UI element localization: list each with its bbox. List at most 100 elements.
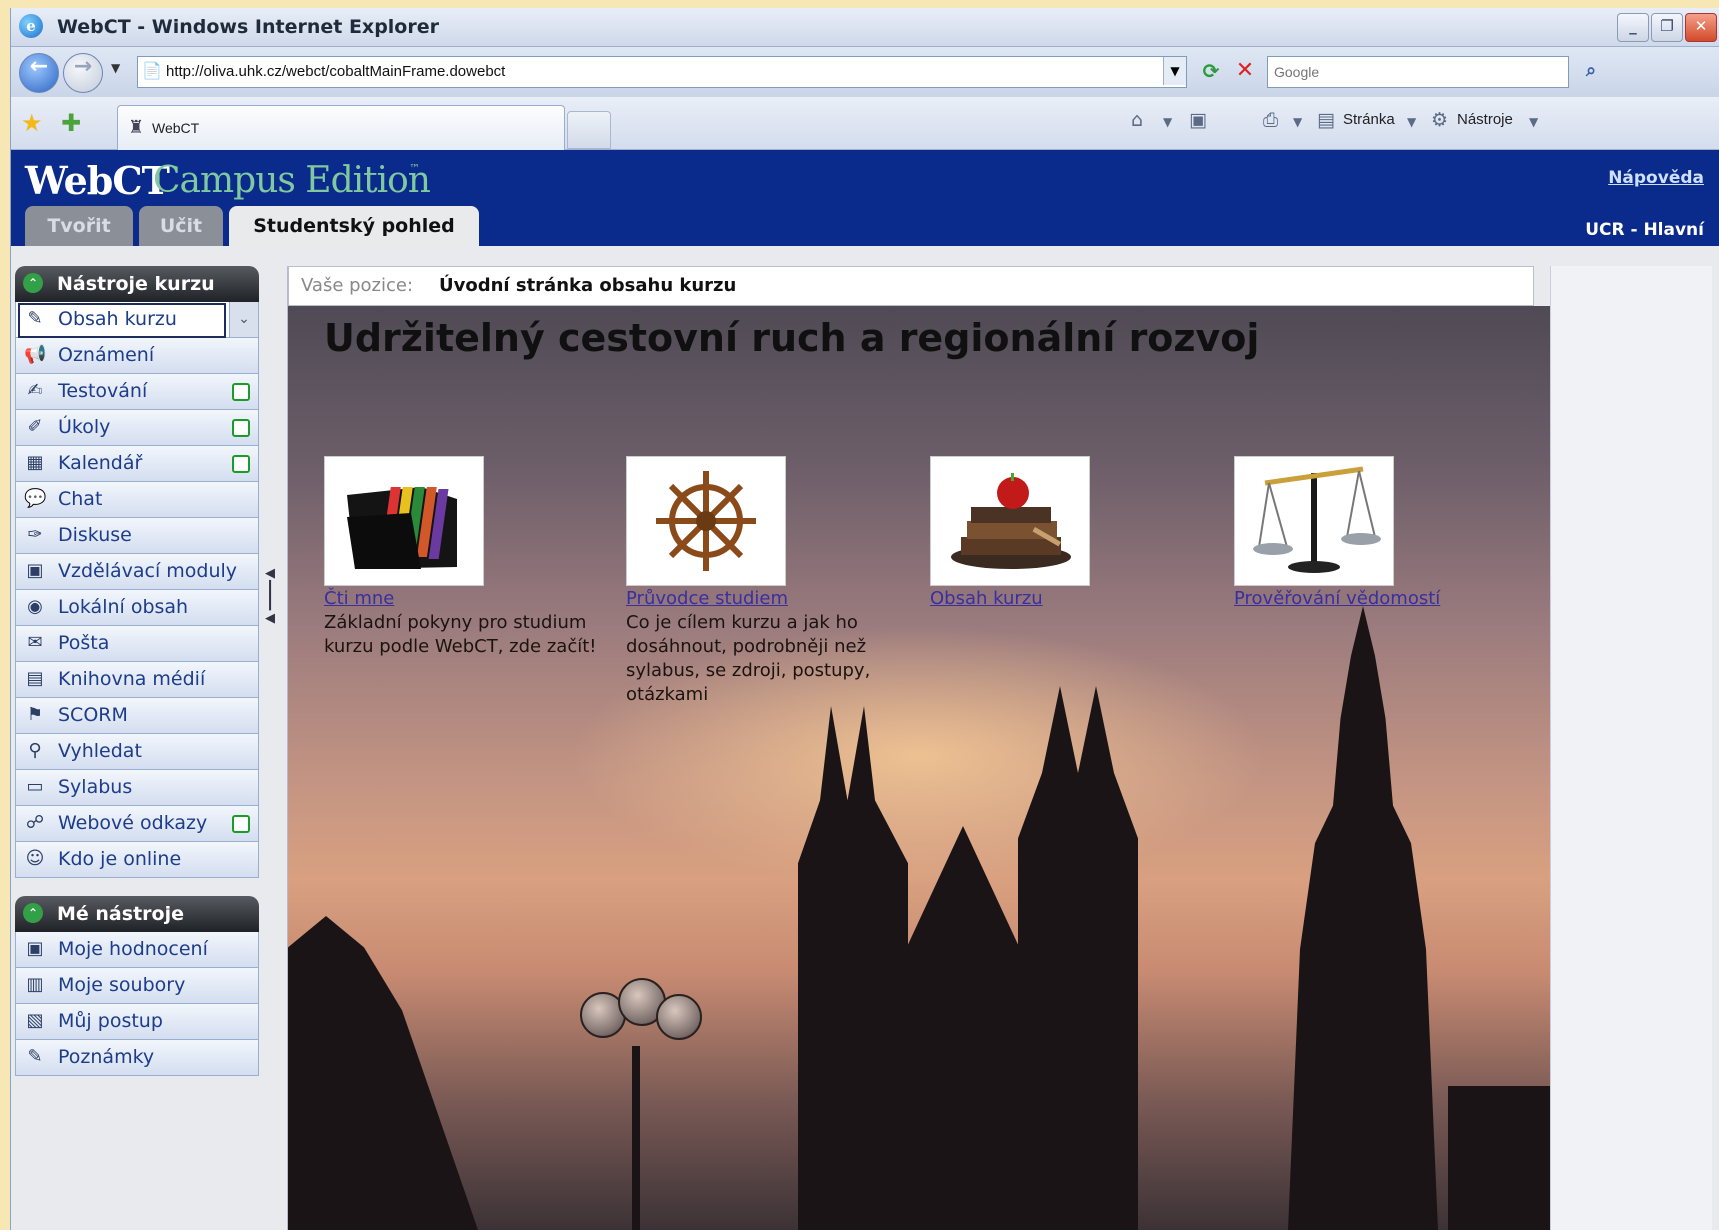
maximize-button[interactable]: ❐	[1651, 13, 1683, 42]
syllabus-icon: ▭	[26, 776, 44, 797]
sidebar-item-label: Vyhledat	[58, 740, 142, 762]
web-links-icon: ☍	[25, 812, 45, 833]
address-bar[interactable]: 📄 http://oliva.uhk.cz/webct/cobaltMainFr…	[137, 56, 1187, 88]
sidebar-item-syllabus[interactable]: ▭ Sylabus	[15, 770, 259, 806]
card-link[interactable]: Prověřování vědomostí	[1234, 588, 1524, 609]
sidebar-item-calendar[interactable]: ▦ Kalendář	[15, 446, 259, 482]
sidebar-item-label: Pošta	[58, 632, 110, 654]
collapse-icon[interactable]: ⌃	[23, 903, 43, 923]
stop-icon[interactable]: ✕	[1231, 57, 1259, 85]
sidebar-item-testing[interactable]: ✍ Testování	[15, 374, 259, 410]
content-area: ⌃ Nástroje kurzu ✎ Obsah kurzu ⌄ 📢 Oznám…	[11, 246, 1719, 1230]
sidebar-item-announcements[interactable]: 📢 Oznámení	[15, 338, 259, 374]
sidebar-item-label: Úkoly	[58, 416, 111, 438]
page-title: Udržitelný cestovní ruch a regionální ro…	[324, 316, 1260, 360]
print-icon[interactable]: ⎙	[1263, 109, 1278, 131]
folders-icon[interactable]	[324, 456, 484, 586]
sidebar-item-my-progress[interactable]: ▧ Můj postup	[15, 1004, 259, 1040]
sidebar-item-label: Poznámky	[58, 1046, 155, 1068]
tab-student-view[interactable]: Studentský pohled	[229, 206, 479, 246]
search-input[interactable]	[1272, 58, 1566, 86]
sidebar-item-label: Kalendář	[58, 452, 143, 474]
sidebar-item-scorm[interactable]: ⚑ SCORM	[15, 698, 259, 734]
home-dropdown-icon[interactable]: ▼	[1163, 115, 1172, 129]
add-favorites-icon[interactable]: ✚	[61, 109, 81, 137]
tools-menu-icon[interactable]: ⚙	[1431, 109, 1448, 131]
page-menu-icon[interactable]: ▤	[1317, 109, 1335, 131]
forward-button[interactable]: →	[63, 53, 103, 93]
sidebar-item-my-grades[interactable]: ▣ Moje hodnocení	[15, 932, 259, 968]
my-tools-header[interactable]: ⌃ Mé nástroje	[15, 896, 259, 932]
sidebar-item-web-links[interactable]: ☍ Webové odkazy	[15, 806, 259, 842]
page-menu[interactable]: Stránka	[1343, 111, 1395, 128]
sidebar-item-label: Sylabus	[58, 776, 133, 798]
tab-label: WebCT	[152, 120, 200, 136]
lamp-globe	[656, 994, 702, 1040]
sidebar-item-label: Obsah kurzu	[58, 308, 177, 330]
card-link[interactable]: Průvodce studiem	[626, 588, 916, 609]
search-box[interactable]	[1267, 56, 1569, 88]
church-roof-silhouette	[888, 826, 1038, 1230]
lamp-post	[632, 1046, 640, 1230]
card-link[interactable]: Čti mne	[324, 588, 614, 609]
content-card: Průvodce studiem Co je cílem kurzu a jak…	[626, 456, 916, 707]
browser-window: e WebCT - Windows Internet Explorer _ ❐ …	[10, 8, 1719, 1230]
my-tools-title: Mé nástroje	[57, 903, 184, 925]
sidebar-item-local-content[interactable]: ◉ Lokální obsah	[15, 590, 259, 626]
sidebar-item-label: Testování	[58, 380, 148, 402]
sidebar-item-my-files[interactable]: ▥ Moje soubory	[15, 968, 259, 1004]
back-button[interactable]: ←	[19, 53, 59, 93]
search-icon[interactable]: ⌕	[1577, 57, 1605, 85]
progress-icon: ▧	[26, 1010, 44, 1031]
url-text[interactable]: http://oliva.uhk.cz/webct/cobaltMainFram…	[166, 63, 505, 80]
tools-dropdown-icon[interactable]: ▼	[1529, 115, 1538, 129]
refresh-icon[interactable]: ⟳	[1197, 57, 1225, 85]
minimize-button[interactable]: _	[1617, 13, 1649, 42]
address-dropdown-icon[interactable]: ▼	[1163, 57, 1186, 85]
tab-page-icon: ♜	[128, 117, 145, 138]
page-dropdown-icon[interactable]: ▼	[1407, 115, 1416, 129]
sidebar-item-who-online[interactable]: ☺ Kdo je online	[15, 842, 259, 878]
sidebar-item-mail[interactable]: ✉ Pošta	[15, 626, 259, 662]
sidebar-item-learning-modules[interactable]: ▣ Vzdělávací moduly	[15, 554, 259, 590]
sidebar-item-media-library[interactable]: ▤ Knihovna médií	[15, 662, 259, 698]
help-link[interactable]: Nápověda	[1608, 168, 1704, 188]
sidebar-item-assignments[interactable]: ✐ Úkoly	[15, 410, 259, 446]
chat-icon: 💬	[24, 488, 47, 509]
new-tab-button[interactable]	[567, 111, 611, 149]
favorites-star-icon[interactable]: ★	[21, 109, 43, 137]
title-bar: e WebCT - Windows Internet Explorer _ ❐ …	[11, 8, 1719, 47]
test-icon: ✍	[27, 380, 43, 401]
feeds-icon[interactable]: ▣	[1189, 109, 1207, 131]
sidebar-item-search[interactable]: ⚲ Vyhledat	[15, 734, 259, 770]
chevron-down-icon[interactable]: ⌄	[229, 302, 258, 337]
tab-ucit[interactable]: Učit	[139, 206, 223, 246]
books-apple-icon[interactable]	[930, 456, 1090, 586]
home-icon[interactable]: ⌂	[1131, 109, 1143, 131]
collapse-icon[interactable]: ⌃	[23, 273, 43, 293]
close-button[interactable]: ✕	[1685, 13, 1717, 42]
content-card: Prověřování vědomostí	[1234, 456, 1524, 611]
breadcrumb-label: Vaše pozice:	[301, 275, 414, 296]
building-silhouette	[1448, 1086, 1550, 1230]
sidebar-item-course-content[interactable]: ✎ Obsah kurzu ⌄	[15, 302, 259, 338]
sidebar-item-label: SCORM	[58, 704, 128, 726]
sidebar-item-chat[interactable]: 💬 Chat	[15, 482, 259, 518]
scrollbar[interactable]	[1550, 266, 1712, 1230]
sidebar-item-label: Lokální obsah	[58, 596, 189, 618]
history-dropdown-icon[interactable]: ▼	[111, 61, 120, 75]
scales-icon[interactable]	[1234, 456, 1394, 586]
tab-tvorit[interactable]: Tvořit	[25, 206, 133, 246]
sidebar-item-discussion[interactable]: ✑ Diskuse	[15, 518, 259, 554]
local-content-icon: ◉	[27, 596, 43, 617]
media-library-icon: ▤	[26, 668, 44, 689]
sidebar-item-notes[interactable]: ✎ Poznámky	[15, 1040, 259, 1076]
print-dropdown-icon[interactable]: ▼	[1293, 115, 1302, 129]
sidebar-splitter[interactable]: ◀ ┃ ┃ ◀	[261, 566, 279, 646]
ship-wheel-icon[interactable]	[626, 456, 786, 586]
tools-menu[interactable]: Nástroje	[1457, 111, 1513, 128]
browser-tab-webct[interactable]: ♜ WebCT	[117, 105, 565, 150]
scorm-icon: ⚑	[26, 704, 44, 725]
course-tools-header[interactable]: ⌃ Nástroje kurzu	[15, 266, 259, 302]
card-link[interactable]: Obsah kurzu	[930, 588, 1220, 609]
